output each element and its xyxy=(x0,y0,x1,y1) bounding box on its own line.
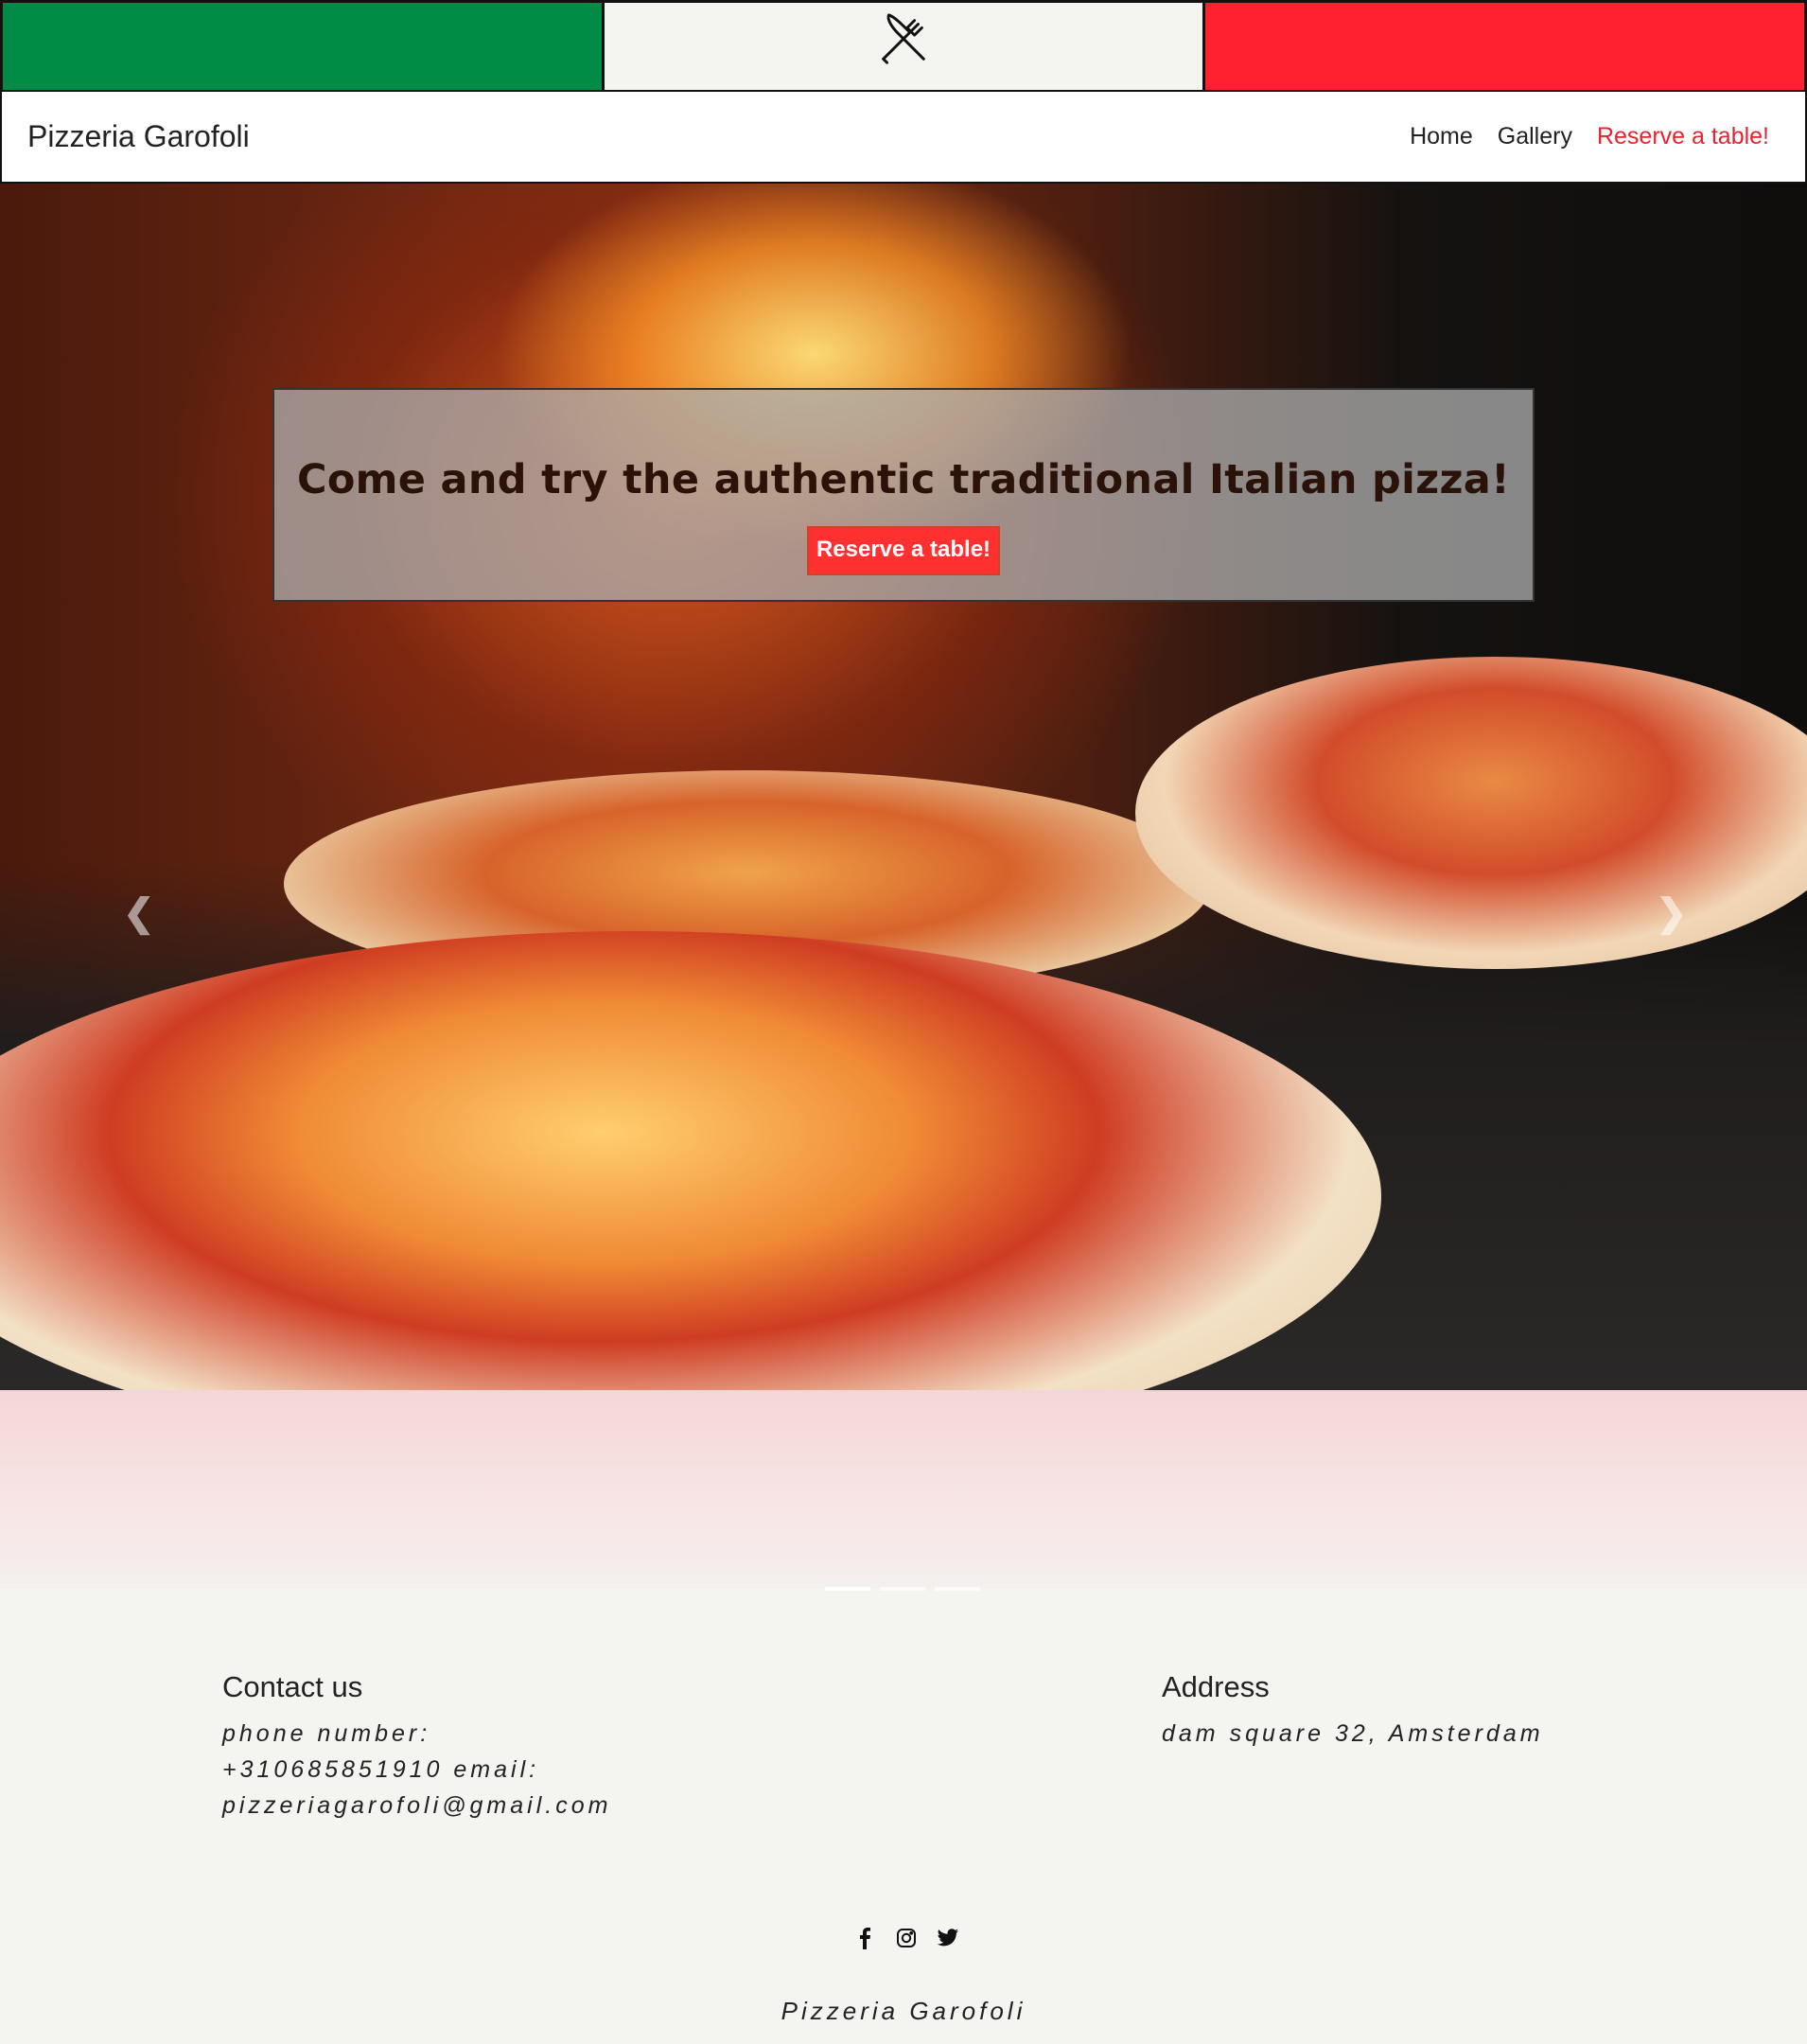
carousel-indicators xyxy=(825,1587,980,1591)
nav-gallery-link[interactable]: Gallery xyxy=(1498,123,1572,150)
fork-knife-icon xyxy=(874,12,933,73)
carousel-bottom-band xyxy=(0,1390,1807,1589)
hero-headline: Come and try the authentic traditional I… xyxy=(296,456,1511,503)
facebook-icon[interactable] xyxy=(853,1927,876,1949)
chevron-left-icon[interactable]: ❮ xyxy=(123,891,155,935)
flag-white-stripe xyxy=(604,3,1203,90)
contact-section: Contact us phone number: +310685851910 e… xyxy=(222,1670,658,1824)
carousel-indicator-3[interactable] xyxy=(935,1587,980,1591)
navbar: Pizzeria Garofoli Home Gallery Reserve a… xyxy=(0,91,1807,184)
chevron-right-icon[interactable]: ❯ xyxy=(1656,891,1688,935)
carousel-indicator-1[interactable] xyxy=(825,1587,870,1591)
italian-flag-bar xyxy=(0,0,1807,93)
address-title: Address xyxy=(1162,1670,1270,1703)
address-details: dam square 32, Amsterdam xyxy=(1162,1720,1544,1747)
nav-links: Home Gallery Reserve a table! xyxy=(1410,123,1769,150)
contact-title: Contact us xyxy=(222,1670,363,1703)
social-links xyxy=(853,1927,959,1949)
contact-details: phone number: +310685851910 email: pizze… xyxy=(222,1720,612,1819)
carousel-indicator-2[interactable] xyxy=(880,1587,925,1591)
nav-home-link[interactable]: Home xyxy=(1410,123,1473,150)
nav-reserve-link[interactable]: Reserve a table! xyxy=(1597,123,1769,150)
hero-carousel: Come and try the authentic traditional I… xyxy=(0,184,1807,1390)
hero-reserve-button[interactable]: Reserve a table! xyxy=(806,526,1001,575)
flag-green-stripe xyxy=(3,3,602,90)
footer-brand: Pizzeria Garofoli xyxy=(781,1997,1026,2025)
flag-red-stripe xyxy=(1205,3,1805,90)
brand-logo[interactable]: Pizzeria Garofoli xyxy=(27,119,250,154)
address-section: Address dam square 32, Amsterdam xyxy=(1162,1670,1597,1752)
twitter-icon[interactable] xyxy=(937,1927,959,1949)
instagram-icon[interactable] xyxy=(895,1927,918,1949)
hero-caption: Come and try the authentic traditional I… xyxy=(272,388,1535,602)
